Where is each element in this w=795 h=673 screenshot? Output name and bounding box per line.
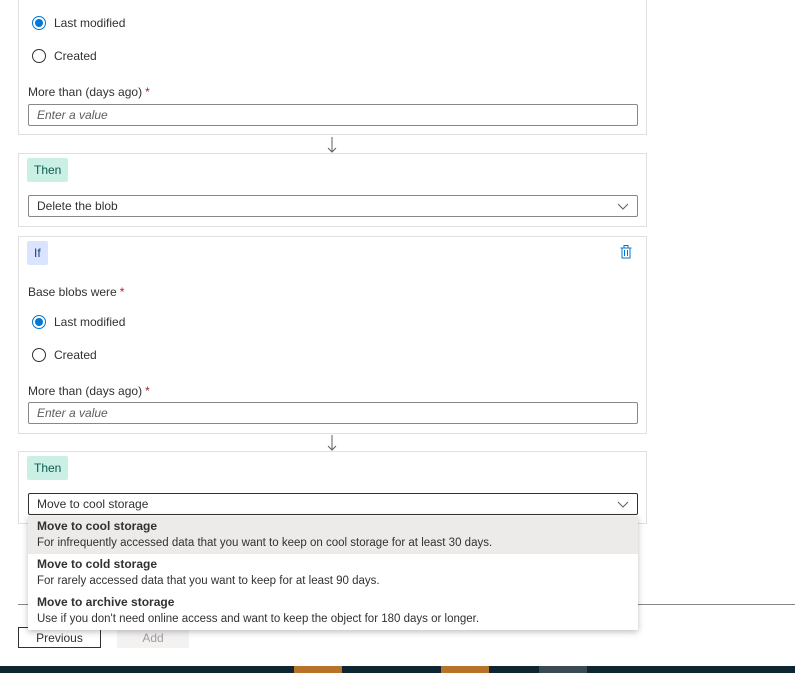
- option-move-to-cold-storage[interactable]: Move to cold storage For rarely accessed…: [28, 554, 638, 592]
- radio-last-modified-1[interactable]: Last modified: [32, 16, 125, 30]
- required-mark: *: [119, 285, 125, 299]
- radio-button[interactable]: [32, 16, 46, 30]
- select-value: Delete the blob: [37, 199, 118, 213]
- radio-created-1[interactable]: Created: [32, 49, 97, 63]
- radio-button[interactable]: [32, 49, 46, 63]
- select-value: Move to cool storage: [37, 497, 149, 511]
- radio-label: Created: [54, 348, 97, 362]
- previous-button[interactable]: Previous: [18, 627, 101, 648]
- option-title: Move to archive storage: [37, 595, 175, 609]
- days-ago-label-1: More than (days ago) *: [28, 85, 150, 99]
- radio-button[interactable]: [32, 315, 46, 329]
- required-mark: *: [145, 384, 150, 398]
- taskbar-item[interactable]: [441, 666, 489, 673]
- label-text: More than (days ago): [28, 85, 143, 99]
- option-title: Move to cool storage: [37, 519, 158, 533]
- option-description: For infrequently accessed data that you …: [37, 537, 493, 549]
- days-ago-input-1[interactable]: [28, 104, 638, 126]
- then-badge: Then: [27, 158, 69, 182]
- chevron-down-icon: [617, 501, 629, 508]
- taskbar: [0, 666, 795, 673]
- days-ago-label-2: More than (days ago) *: [28, 384, 150, 398]
- option-move-to-cool-storage[interactable]: Move to cool storage For infrequently ac…: [28, 516, 638, 554]
- days-ago-input-2[interactable]: [28, 402, 638, 424]
- taskbar-item[interactable]: [294, 666, 342, 673]
- action-dropdown-menu: Move to cool storage For infrequently ac…: [28, 516, 638, 630]
- radio-last-modified-2[interactable]: Last modified: [32, 315, 125, 329]
- label-text: More than (days ago): [28, 384, 143, 398]
- radio-label: Last modified: [54, 315, 126, 329]
- delete-icon[interactable]: [620, 245, 632, 259]
- radio-label: Created: [54, 49, 97, 63]
- radio-label: Last modified: [54, 16, 126, 30]
- if-badge: If: [27, 241, 48, 265]
- option-description: For rarely accessed data that you want t…: [37, 575, 380, 587]
- radio-created-2[interactable]: Created: [32, 348, 97, 362]
- taskbar-item[interactable]: [539, 666, 587, 673]
- option-move-to-archive-storage[interactable]: Move to archive storage Use if you don't…: [28, 592, 638, 630]
- option-description: Use if you don't need online access and …: [37, 613, 480, 625]
- base-blobs-label: Base blobs were *: [28, 285, 124, 299]
- option-title: Move to cold storage: [37, 557, 158, 571]
- action-select-2[interactable]: Move to cool storage: [28, 493, 638, 515]
- action-select-1[interactable]: Delete the blob: [28, 195, 638, 217]
- radio-button[interactable]: [32, 348, 46, 362]
- arrow-down-icon: [327, 435, 337, 451]
- arrow-down-icon: [327, 137, 337, 153]
- add-button[interactable]: Add: [117, 627, 189, 648]
- required-mark: *: [145, 85, 150, 99]
- chevron-down-icon: [617, 203, 629, 210]
- label-text: Base blobs were: [28, 285, 117, 299]
- then-badge: Then: [27, 456, 69, 480]
